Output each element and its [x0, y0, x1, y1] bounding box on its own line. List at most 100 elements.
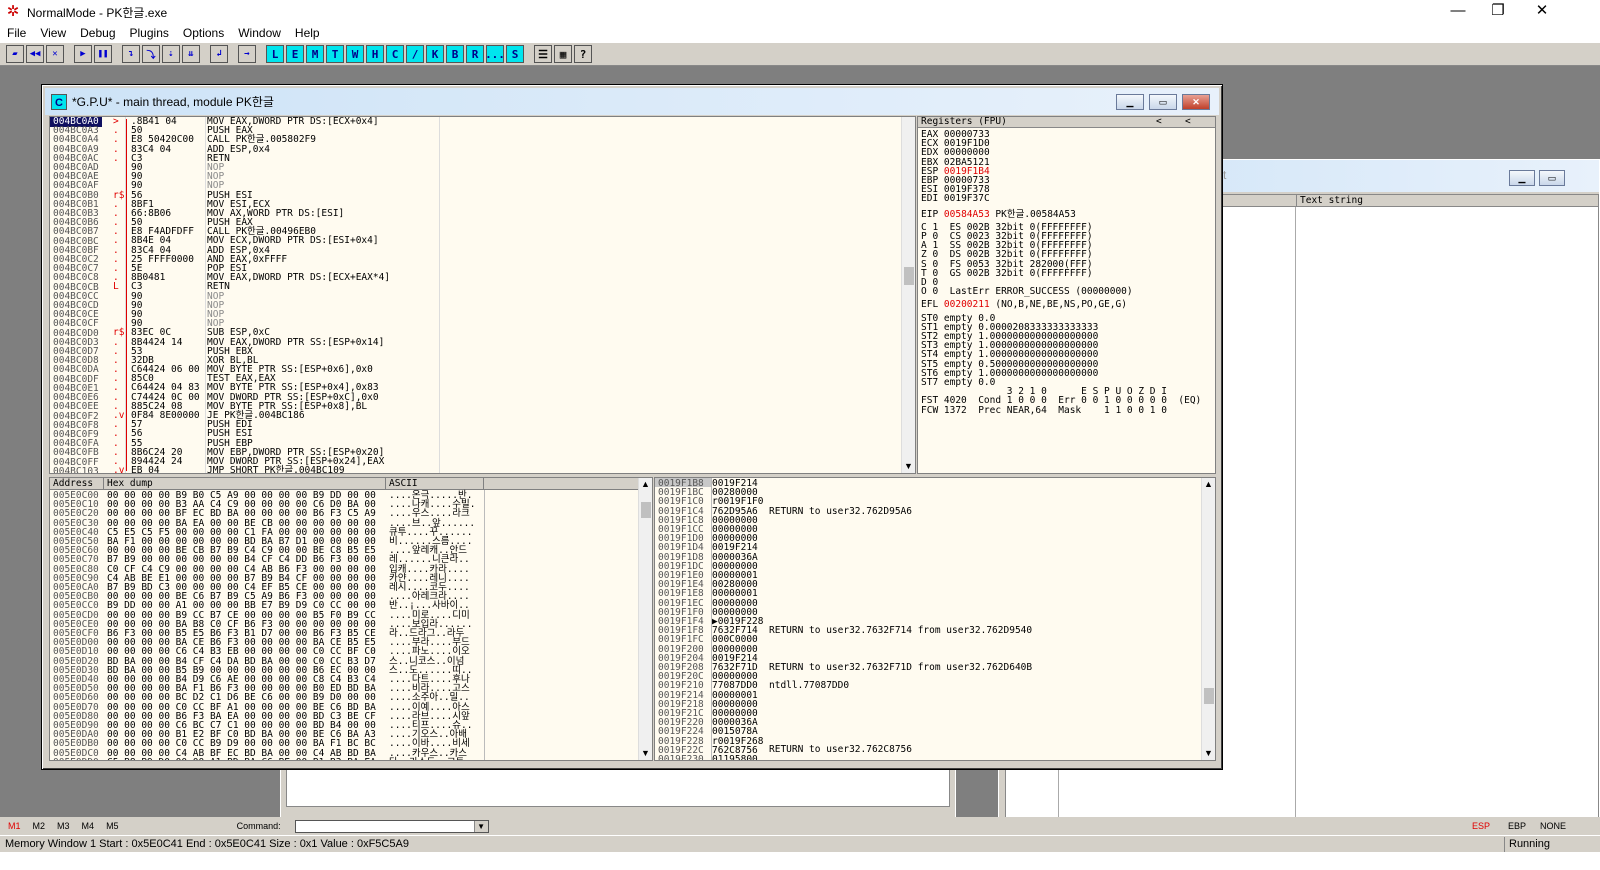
cpu-close-button[interactable]: ✕ — [1182, 94, 1210, 110]
grid-icon[interactable]: ▦ — [554, 45, 572, 63]
stack-pane[interactable]: 0019F1B8 0019F1BC 0019F1C0 0019F1C4 0019F1C8… — [654, 477, 1216, 761]
registers-prev-button[interactable]: < — [1156, 117, 1162, 127]
disasm-address[interactable]: 004BC103 — [53, 466, 99, 473]
maximize-button[interactable]: ❐ — [1476, 0, 1520, 22]
bg-minimize-button[interactable]: ▁ — [1509, 170, 1535, 186]
menu-plugins[interactable]: Plugins — [123, 26, 176, 40]
minimize-button[interactable]: — — [1436, 0, 1480, 22]
disassembly-scrollbar[interactable]: ▼ — [901, 117, 915, 473]
disassembly-pane[interactable]: 004BC0A0 004BC0A3 004BC0A4 004BC0A9 004BC0AC… — [49, 116, 916, 474]
flag-row[interactable]: T 0 GS 002B 32bit 0(FFFFFFFF) — [921, 268, 1201, 278]
mark-m3[interactable]: M3 — [57, 821, 70, 831]
toolbar-letter-button[interactable]: S — [506, 45, 524, 63]
eip-value[interactable]: 00584A53 — [944, 209, 990, 220]
toolbar-letter-button[interactable]: H — [366, 45, 384, 63]
none-toggle[interactable]: NONE — [1540, 821, 1566, 831]
menu-file[interactable]: File — [0, 26, 33, 40]
menu-help[interactable]: Help — [288, 26, 327, 40]
ebp-toggle[interactable]: EBP — [1508, 821, 1526, 831]
scroll-thumb[interactable] — [641, 502, 651, 518]
dump-scrollbar[interactable]: ▲ ▼ — [638, 478, 652, 760]
rewind-icon[interactable]: ◀◀ — [26, 45, 44, 63]
cpu-window[interactable]: C *G.P.U* - main thread, module PK한글 ▁ ▭… — [41, 84, 1223, 770]
help-button[interactable]: ? — [574, 45, 592, 63]
scroll-down-arrow[interactable]: ▼ — [641, 748, 650, 758]
stack-comment — [769, 516, 1032, 525]
step-over-icon[interactable]: ⤵ — [142, 45, 160, 63]
execute-till-return-icon[interactable]: ↲ — [210, 45, 228, 63]
toolbar-letter-button[interactable]: / — [406, 45, 424, 63]
stack-comment — [769, 534, 1032, 543]
stack-comment — [769, 543, 1032, 552]
registers-pane[interactable]: Registers (FPU) < < EAX 00000733 ECX 0019… — [917, 116, 1216, 474]
stack-address[interactable]: 0019F230 — [658, 755, 704, 760]
scroll-down-arrow[interactable]: ▼ — [904, 461, 913, 471]
close-icon[interactable]: ✕ — [46, 45, 64, 63]
status-text: Memory Window 1 Start : 0x5E0C41 End : 0… — [5, 838, 409, 850]
toolbar-letter-button[interactable]: L — [266, 45, 284, 63]
bg-restore-button[interactable]: ▭ — [1539, 170, 1565, 186]
dump-address[interactable]: 005E0DD0 — [53, 758, 99, 760]
instruction-column: MOV EAX,DWORD PTR DS:[ECX+0x4] PUSH EAX CA… — [207, 117, 390, 473]
stack-address-column: 0019F1B8 0019F1BC 0019F1C0 0019F1C4 0019F1C8… — [658, 479, 704, 760]
dump-header-ascii[interactable]: ASCII — [386, 478, 484, 489]
toolbar-letter-button[interactable]: R — [466, 45, 484, 63]
scroll-thumb[interactable] — [904, 267, 914, 285]
menu-window[interactable]: Window — [231, 26, 288, 40]
step-into-icon[interactable]: ↴ — [122, 45, 140, 63]
chevron-down-icon[interactable]: ▼ — [473, 820, 488, 832]
toolbar-letter-button[interactable]: E — [286, 45, 304, 63]
flag-row[interactable]: O 0 LastErr ERROR_SUCCESS (00000000) — [921, 287, 1201, 297]
toolbar-letter-button[interactable]: K — [426, 45, 444, 63]
toolbar-letter-button[interactable]: M — [306, 45, 324, 63]
mark-m2[interactable]: M2 — [33, 821, 46, 831]
pause-icon[interactable]: ❚❚ — [94, 45, 112, 63]
stack-comment — [769, 608, 1032, 617]
divider — [205, 117, 206, 473]
stack-value[interactable]: 01195800 — [712, 755, 763, 760]
command-input[interactable]: ▼ — [294, 819, 489, 833]
register-row[interactable]: EDI 0019F37C — [921, 193, 1201, 204]
toolbar-letter-button[interactable]: ... — [485, 45, 505, 63]
dump-header-address[interactable]: Address — [50, 478, 104, 489]
scroll-up-arrow[interactable]: ▲ — [1204, 479, 1213, 489]
toolbar-letter-button[interactable]: T — [326, 45, 344, 63]
registers-next-button[interactable]: < — [1185, 117, 1191, 127]
register-value[interactable]: 0019F37C — [944, 193, 990, 204]
run-icon[interactable]: ▶ — [74, 45, 92, 63]
mark-m1[interactable]: M1 — [8, 821, 21, 831]
eip-row[interactable]: EIP 00584A53 PK한글.00584A53 — [921, 209, 1201, 220]
goto-icon[interactable]: → — [238, 45, 256, 63]
disasm-instruction: NOP — [207, 171, 225, 183]
trace-over-icon[interactable]: ⇊ — [182, 45, 200, 63]
stack-scrollbar[interactable]: ▲ ▼ — [1201, 478, 1215, 760]
dump-hex[interactable]: C5 B8 B9 D0 00 00 A1 BD BA C6 BE 00 B1 B… — [107, 758, 376, 760]
cpu-minimize-button[interactable]: ▁ — [1116, 94, 1144, 110]
cpu-window-titlebar[interactable]: C *G.P.U* - main thread, module PK한글 ▁ ▭… — [45, 88, 1219, 115]
efl-row[interactable]: EFL 00200211 (NO,B,NE,BE,NS,PO,GE,G) — [921, 299, 1201, 310]
memory-dump-pane[interactable]: Address Hex dump ASCII 005E0C00 005E0C10 0… — [49, 477, 653, 761]
disasm-marker — [113, 292, 124, 301]
menu-view[interactable]: View — [33, 26, 73, 40]
menu-options[interactable]: Options — [176, 26, 231, 40]
scroll-down-arrow[interactable]: ▼ — [1204, 748, 1213, 758]
scroll-up-arrow[interactable]: ▲ — [641, 479, 650, 489]
efl-value[interactable]: 00200211 — [944, 299, 990, 310]
dump-ascii[interactable]: 타..가스드..고트 — [389, 758, 475, 760]
mark-m4[interactable]: M4 — [82, 821, 95, 831]
trace-into-icon[interactable]: ⇣ — [162, 45, 180, 63]
open-icon[interactable]: ▰ — [6, 45, 24, 63]
scroll-thumb[interactable] — [1204, 688, 1214, 704]
toolbar-letter-button[interactable]: B — [446, 45, 464, 63]
list-icon[interactable]: ☰ — [534, 45, 552, 63]
dump-header-hex[interactable]: Hex dump — [104, 478, 386, 489]
mark-m5[interactable]: M5 — [106, 821, 119, 831]
close-button[interactable]: ✕ — [1520, 0, 1564, 22]
menu-debug[interactable]: Debug — [73, 26, 122, 40]
cpu-maximize-button[interactable]: ▭ — [1149, 94, 1177, 110]
app-title: NormalMode - PK한글.exe — [27, 5, 168, 20]
toolbar-letter-button[interactable]: C — [386, 45, 404, 63]
toolbar-letter-button[interactable]: W — [346, 45, 364, 63]
fpu-row[interactable]: FCW 1372 Prec NEAR,64 Mask 1 1 0 0 1 0 — [921, 405, 1201, 415]
esp-toggle[interactable]: ESP — [1472, 821, 1490, 831]
